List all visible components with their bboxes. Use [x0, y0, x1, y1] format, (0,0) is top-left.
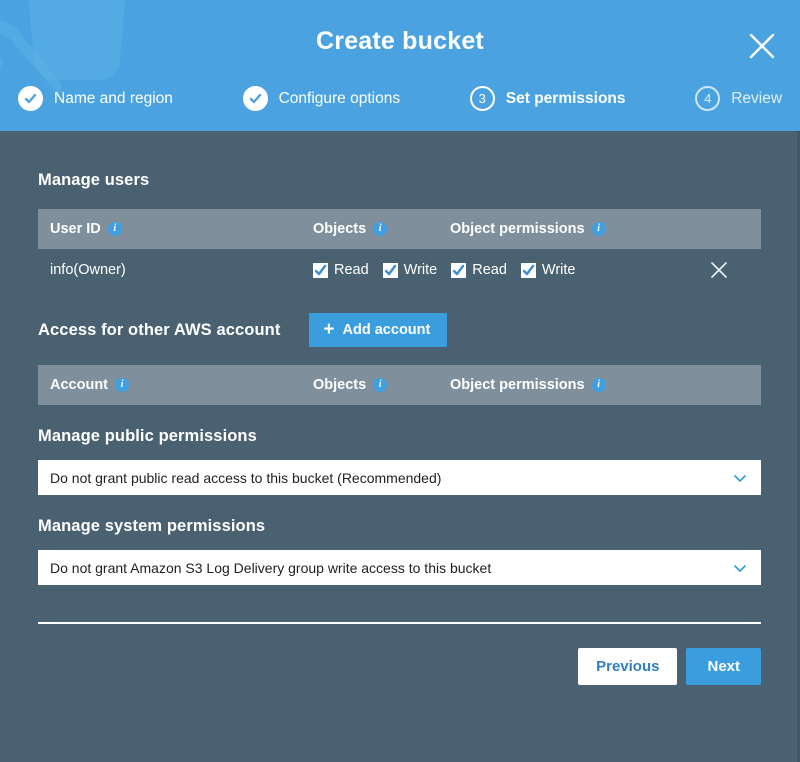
- info-icon[interactable]: i: [591, 378, 606, 392]
- checkbox-label: Read: [472, 262, 507, 278]
- add-account-button[interactable]: + Add account: [309, 313, 448, 347]
- add-account-label: Add account: [342, 322, 431, 338]
- column-label: Account: [50, 377, 108, 393]
- info-icon[interactable]: i: [373, 222, 388, 236]
- other-account-section-header: Access for other AWS account + Add accou…: [38, 313, 762, 347]
- step-name-and-region[interactable]: Name and region: [18, 86, 173, 111]
- column-header-user-id: User ID i: [38, 221, 313, 237]
- step-label: Configure options: [278, 89, 401, 107]
- remove-row-icon[interactable]: [709, 260, 729, 280]
- step-indicator: Name and region Configure options 3 Set …: [18, 86, 782, 111]
- column-label: Object permissions: [450, 221, 585, 237]
- next-button[interactable]: Next: [686, 648, 761, 685]
- step-set-permissions[interactable]: 3 Set permissions: [469, 86, 626, 111]
- system-permissions-title: Manage system permissions: [38, 517, 266, 535]
- checkbox-box[interactable]: [451, 262, 467, 278]
- create-bucket-modal: Create bucket Name and region Configure …: [0, 0, 800, 762]
- info-icon[interactable]: i: [591, 222, 606, 236]
- column-label: Object permissions: [450, 377, 585, 393]
- checkbox-object-permissions-write[interactable]: Write: [520, 262, 576, 278]
- checkbox-objects-write[interactable]: Write: [382, 262, 438, 278]
- info-icon[interactable]: i: [373, 378, 388, 392]
- column-label: Objects: [313, 377, 367, 393]
- page-title: Create bucket: [316, 27, 484, 55]
- modal-body: Manage users User ID i Objects i Object …: [0, 131, 800, 685]
- info-icon[interactable]: i: [107, 222, 122, 236]
- chevron-down-icon[interactable]: [732, 470, 748, 486]
- manage-users-title: Manage users: [38, 171, 150, 189]
- column-header-object-permissions: Object permissions i: [450, 221, 761, 237]
- table-header-row: User ID i Objects i Object permissions i: [38, 209, 761, 249]
- step-review[interactable]: 4 Review: [695, 86, 782, 111]
- checkbox-box[interactable]: [382, 262, 398, 278]
- user-id-value: info(Owner): [50, 262, 126, 278]
- checkbox-label: Write: [403, 262, 438, 278]
- other-account-title: Access for other AWS account: [38, 320, 281, 339]
- step-complete-icon: [18, 86, 43, 111]
- checkbox-label: Read: [334, 262, 369, 278]
- manage-users-table: User ID i Objects i Object permissions i…: [38, 209, 761, 291]
- previous-button[interactable]: Previous: [578, 648, 678, 685]
- column-header-objects: Objects i: [313, 377, 450, 393]
- public-permissions-select[interactable]: Do not grant public read access to this …: [38, 460, 761, 495]
- step-label: Name and region: [54, 89, 173, 107]
- info-icon[interactable]: i: [115, 378, 129, 392]
- step-label: Review: [731, 89, 783, 107]
- column-header-objects: Objects i: [313, 221, 450, 237]
- step-configure-options[interactable]: Configure options: [242, 86, 401, 111]
- modal-footer: Previous Next: [38, 648, 761, 685]
- column-header-object-permissions: Object permissions i: [450, 377, 761, 393]
- checkbox-box[interactable]: [313, 262, 328, 278]
- step-label: Set permissions: [505, 89, 626, 107]
- checkbox-objects-read[interactable]: Read: [313, 262, 369, 278]
- footer-divider: [38, 622, 761, 624]
- checkbox-object-permissions-read[interactable]: Read: [451, 262, 507, 278]
- plus-icon: +: [323, 318, 335, 340]
- column-header-account: Account i: [38, 377, 313, 393]
- table-row: info(Owner) Read Write Read Write: [38, 249, 761, 291]
- step-number-badge: 3: [469, 86, 495, 111]
- public-permissions-value: Do not grant public read access to this …: [50, 469, 442, 486]
- system-permissions-value: Do not grant Amazon S3 Log Delivery grou…: [50, 559, 492, 576]
- column-label: Objects: [313, 221, 367, 237]
- modal-header: Create bucket Name and region Configure …: [0, 0, 800, 131]
- step-number-badge: 4: [695, 86, 721, 111]
- bucket-watermark-icon: [0, 0, 126, 110]
- checkbox-label: Write: [541, 262, 576, 278]
- close-icon[interactable]: [745, 29, 779, 63]
- column-label: User ID: [50, 221, 101, 237]
- step-complete-icon: [242, 86, 268, 111]
- system-permissions-select[interactable]: Do not grant Amazon S3 Log Delivery grou…: [38, 550, 761, 585]
- table-header-row: Account i Objects i Object permissions i: [38, 365, 761, 405]
- public-permissions-title: Manage public permissions: [38, 427, 257, 445]
- checkbox-box[interactable]: [520, 262, 536, 278]
- other-account-table: Account i Objects i Object permissions i: [38, 365, 761, 405]
- chevron-down-icon[interactable]: [732, 560, 748, 576]
- permission-checkboxes: Read Write Read Write: [313, 262, 576, 278]
